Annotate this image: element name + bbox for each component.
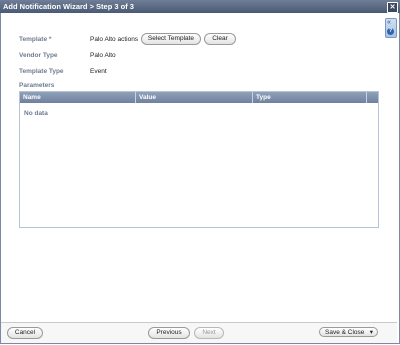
parameters-table-header: Name Value Type xyxy=(20,92,378,103)
template-value: Palo Alto actions xyxy=(90,36,139,43)
empty-table-message: No data xyxy=(24,110,48,117)
side-panel-toggle[interactable]: « ? xyxy=(385,18,397,38)
window-titlebar: Add Notification Wizard > Step 3 of 3 ✕ xyxy=(0,0,400,13)
next-button[interactable]: Next xyxy=(194,327,224,339)
template-type-label: Template Type xyxy=(19,68,64,75)
vendor-type-label: Vendor Type xyxy=(19,52,58,59)
column-header-value[interactable]: Value xyxy=(136,92,253,103)
window-title: Add Notification Wizard > Step 3 of 3 xyxy=(3,2,134,11)
save-close-button[interactable]: Save & Close ▾ xyxy=(319,327,378,337)
template-type-value: Event xyxy=(90,68,107,75)
parameters-table: Name Value Type No data xyxy=(19,91,379,228)
required-marker: * xyxy=(48,36,52,43)
vendor-type-value: Palo Alto xyxy=(90,52,116,59)
chevron-down-icon[interactable]: ▾ xyxy=(370,328,373,338)
close-icon[interactable]: ✕ xyxy=(387,2,398,13)
template-label: Template * xyxy=(19,36,52,43)
save-close-label: Save & Close xyxy=(325,329,365,336)
cancel-button[interactable]: Cancel xyxy=(7,327,43,339)
clear-button[interactable]: Clear xyxy=(204,33,236,45)
select-template-button[interactable]: Select Template xyxy=(141,33,201,45)
collapse-icon[interactable]: « xyxy=(387,19,391,27)
previous-button[interactable]: Previous xyxy=(148,327,190,339)
parameters-label: Parameters xyxy=(19,82,55,89)
column-header-name[interactable]: Name xyxy=(20,92,136,103)
column-header-type[interactable]: Type xyxy=(253,92,367,103)
help-icon[interactable]: ? xyxy=(387,28,394,35)
